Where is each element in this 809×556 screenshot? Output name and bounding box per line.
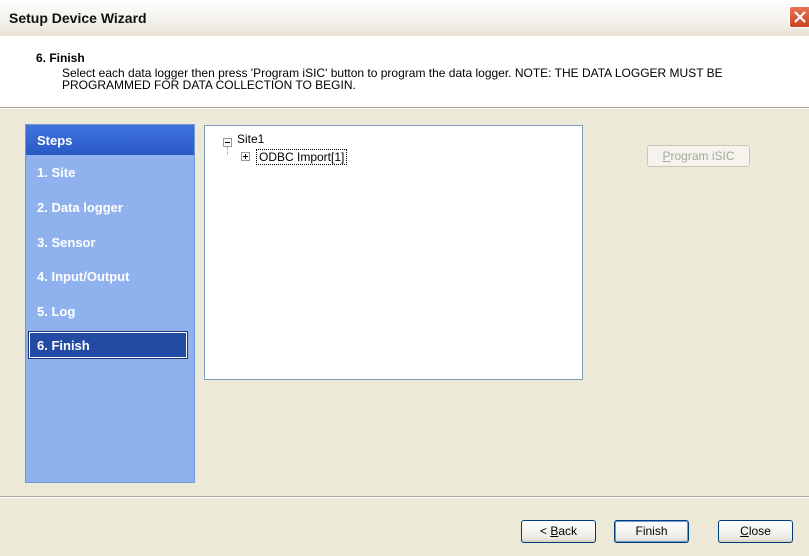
collapse-icon[interactable] [223,138,232,147]
sidebar-item-data-logger[interactable]: 2. Data logger [29,194,187,220]
expand-icon[interactable] [241,152,250,161]
steps-panel: Steps 1. Site 2. Data logger 3. Sensor 4… [25,124,195,483]
sidebar-item-site[interactable]: 1. Site [29,159,187,185]
window-title: Setup Device Wizard [9,10,147,26]
step-description: Select each data logger then press 'Prog… [62,66,723,92]
title-bar: Setup Device Wizard [0,0,809,37]
program-isic-button[interactable]: Program iSIC [647,145,750,167]
tree-node-odbc-import[interactable]: ODBC Import[1] [256,149,348,165]
step-title: 6. Finish [36,51,85,65]
wizard-header: 6. Finish Select each data logger then p… [0,36,809,107]
sidebar-item-input-output[interactable]: 4. Input/Output [29,263,187,289]
finish-button[interactable]: Finish [614,520,689,543]
close-button[interactable]: Close [718,520,793,543]
close-icon[interactable] [789,6,809,28]
sidebar-item-log[interactable]: 5. Log [29,298,187,324]
sidebar-item-finish[interactable]: 6. Finish [28,331,188,359]
tree-node-site[interactable]: Site1 [237,132,264,146]
steps-header: Steps [26,125,194,155]
device-tree[interactable]: Site1 ODBC Import[1] [204,125,583,380]
sidebar-item-sensor[interactable]: 3. Sensor [29,229,187,255]
steps-heading: Steps [37,133,73,148]
back-button[interactable]: < Back [521,520,596,543]
